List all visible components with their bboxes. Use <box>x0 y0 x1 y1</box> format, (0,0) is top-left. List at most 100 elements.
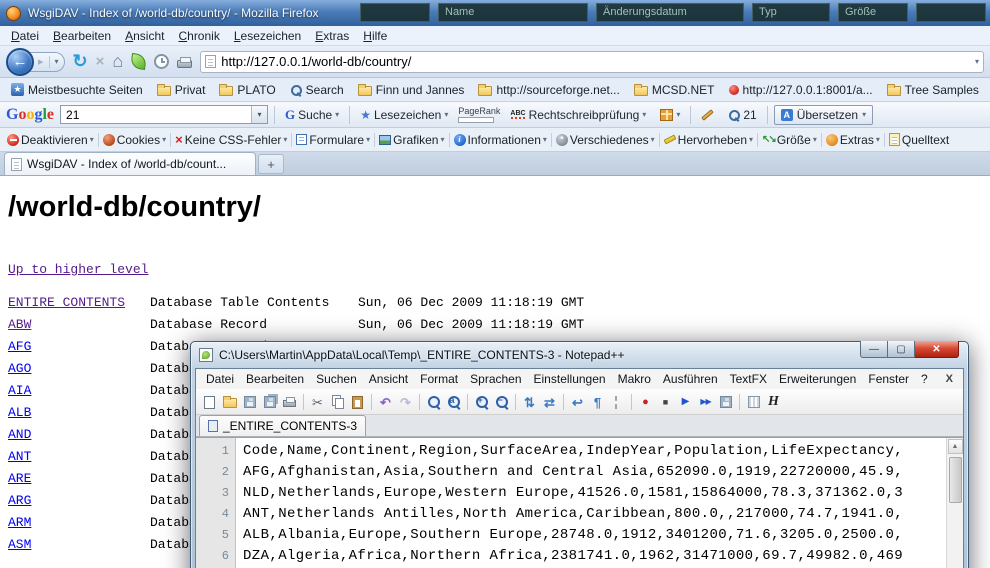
google-bookmarks-button[interactable]: ★Lesezeichen▾ <box>356 105 452 125</box>
entry-link[interactable]: AIA <box>8 380 150 402</box>
save-all-button[interactable] <box>260 393 279 412</box>
close-button[interactable]: ✕ <box>915 341 959 358</box>
spellcheck-button[interactable]: ABCRechtschreibprüfung▾ <box>506 105 650 125</box>
menu-hilfe[interactable]: Hilfe <box>356 27 394 45</box>
record-macro-button[interactable]: ● <box>636 393 655 412</box>
bookmark-meistbesuchte-seiten[interactable]: ★Meistbesuchte Seiten <box>6 82 148 98</box>
search-history-dropdown[interactable]: ▾ <box>251 106 267 123</box>
highlighter-button[interactable] <box>697 105 718 125</box>
npp-menu-ausfuehren[interactable]: Ausführen <box>657 371 724 387</box>
menu-extras[interactable]: Extras <box>308 27 356 45</box>
npp-menu-textfx[interactable]: TextFX <box>724 371 773 387</box>
bookmark-folder-mcsd[interactable]: MCSD.NET <box>629 82 720 98</box>
cut-button[interactable]: ✂ <box>308 393 327 412</box>
webdev-quelltext[interactable]: Quelltext <box>886 133 952 147</box>
bookmark-folder-privat[interactable]: Privat <box>152 82 211 98</box>
indent-guide-button[interactable] <box>608 393 627 412</box>
code-area[interactable]: Code,Name,Continent,Region,SurfaceArea,I… <box>236 438 946 568</box>
document-close-button[interactable]: X <box>940 373 959 385</box>
npp-menu-hilfe[interactable]: ? <box>915 371 934 387</box>
doc-switcher-button[interactable] <box>744 393 763 412</box>
npp-menu-makro[interactable]: Makro <box>612 371 657 387</box>
history-clock-button[interactable] <box>154 54 169 69</box>
firefox-titlebar[interactable]: WsgiDAV - Index of /world-db/country/ - … <box>0 0 990 26</box>
print-button[interactable] <box>280 393 299 412</box>
show-all-characters-button[interactable]: ¶ <box>588 393 607 412</box>
webdev-hervorheben[interactable]: Hervorheben▾ <box>661 133 756 147</box>
menu-ansicht[interactable]: Ansicht <box>118 27 171 45</box>
new-tab-button[interactable]: + <box>258 154 284 174</box>
menu-chronik[interactable]: Chronik <box>171 27 226 45</box>
entry-link[interactable]: ANT <box>8 446 150 468</box>
sync-scroll-horizontal-button[interactable]: ⇄ <box>540 393 559 412</box>
webdev-extras[interactable]: Extras▾ <box>823 133 883 147</box>
entry-link[interactable]: ARM <box>8 512 150 534</box>
save-macro-button[interactable] <box>716 393 735 412</box>
bookmark-search[interactable]: Search <box>285 82 349 98</box>
menu-lesezeichen[interactable]: Lesezeichen <box>227 27 308 45</box>
webdev-verschiedenes[interactable]: *Verschiedenes▾ <box>553 133 658 147</box>
run-macro-multiple-button[interactable]: ▶▶ <box>696 393 715 412</box>
undo-button[interactable]: ↶ <box>376 393 395 412</box>
gift-button[interactable]: ▾ <box>656 105 684 125</box>
open-file-button[interactable] <box>220 393 239 412</box>
save-button[interactable] <box>240 393 259 412</box>
vertical-scrollbar[interactable]: ▲ <box>946 438 963 568</box>
replace-button[interactable]: a <box>444 393 463 412</box>
npp-menu-erweiterungen[interactable]: Erweiterungen <box>773 371 862 387</box>
entry-link[interactable]: ARG <box>8 490 150 512</box>
history-dropdown-icon[interactable]: ▾ <box>55 57 59 66</box>
npp-menu-ansicht[interactable]: Ansicht <box>363 371 414 387</box>
paste-button[interactable] <box>348 393 367 412</box>
sync-scroll-vertical-button[interactable]: ⇅ <box>520 393 539 412</box>
npp-menu-bearbeiten[interactable]: Bearbeiten <box>240 371 310 387</box>
up-to-higher-level-link[interactable]: Up to higher level <box>8 262 148 277</box>
editor-area[interactable]: 1 2 3 4 5 6 Code,Name,Continent,Region,S… <box>196 437 963 568</box>
url-bar[interactable]: http://127.0.0.1/world-db/country/ ▾ <box>200 51 984 73</box>
print-button[interactable] <box>177 60 192 68</box>
npp-menu-suchen[interactable]: Suchen <box>310 371 363 387</box>
webdev-formulare[interactable]: Formulare▾ <box>293 133 373 147</box>
bookmark-sourceforge[interactable]: http://sourceforge.net... <box>473 82 624 98</box>
url-dropdown-icon[interactable]: ▾ <box>975 57 979 66</box>
bookmark-folder-plato[interactable]: PLATO <box>214 82 280 98</box>
menu-datei[interactable]: Datei <box>4 27 46 45</box>
entry-link[interactable]: ABW <box>8 314 150 336</box>
zoom-in-button[interactable]: + <box>472 393 491 412</box>
menu-bearbeiten[interactable]: Bearbeiten <box>46 27 118 45</box>
home-button[interactable]: ⌂ <box>112 51 123 72</box>
webdev-css-fehler[interactable]: ×Keine CSS-Fehler▾ <box>172 133 290 147</box>
webdev-informationen[interactable]: iInformationen▾ <box>451 133 550 147</box>
play-macro-button[interactable]: ▶ <box>676 393 695 412</box>
reload-button[interactable]: ↻ <box>73 51 88 72</box>
minimize-button[interactable]: — <box>860 341 888 358</box>
webdev-groesse[interactable]: ↖↘Größe▾ <box>759 133 820 147</box>
webdev-cookies[interactable]: Cookies▾ <box>100 133 169 147</box>
npp-menu-fenster[interactable]: Fenster <box>862 371 915 387</box>
webdev-deaktivieren[interactable]: Deaktivieren▾ <box>4 133 97 147</box>
google-search-button[interactable]: GSuche▾ <box>281 105 343 125</box>
entry-link[interactable]: ASM <box>8 534 150 556</box>
maximize-button[interactable]: ▢ <box>888 341 915 358</box>
entry-link[interactable]: AND <box>8 424 150 446</box>
webdev-grafiken[interactable]: Grafiken▾ <box>376 133 447 147</box>
find-button[interactable] <box>424 393 443 412</box>
npp-menu-format[interactable]: Format <box>414 371 464 387</box>
entry-link[interactable]: AFG <box>8 336 150 358</box>
entry-link[interactable]: AGO <box>8 358 150 380</box>
copy-button[interactable] <box>328 393 347 412</box>
npp-menu-datei[interactable]: Datei <box>200 371 240 387</box>
word-wrap-button[interactable]: ↩ <box>568 393 587 412</box>
entry-link[interactable]: ALB <box>8 402 150 424</box>
scrollbar-thumb[interactable] <box>949 457 962 503</box>
tab-wsgidav-index[interactable]: WsgiDAV - Index of /world-db/count... <box>4 152 256 175</box>
sage-addon-button[interactable] <box>130 53 147 70</box>
npp-menu-sprachen[interactable]: Sprachen <box>464 371 527 387</box>
pagerank-indicator[interactable]: PageRank <box>458 106 500 123</box>
google-search-input[interactable]: 21 ▾ <box>60 105 268 124</box>
bookmark-folder-finn-und-jannes[interactable]: Finn und Jannes <box>353 82 470 98</box>
zoom-out-button[interactable]: − <box>492 393 511 412</box>
entry-link[interactable]: ARE <box>8 468 150 490</box>
redo-button[interactable]: ↷ <box>396 393 415 412</box>
stop-macro-button[interactable]: ■ <box>656 393 675 412</box>
